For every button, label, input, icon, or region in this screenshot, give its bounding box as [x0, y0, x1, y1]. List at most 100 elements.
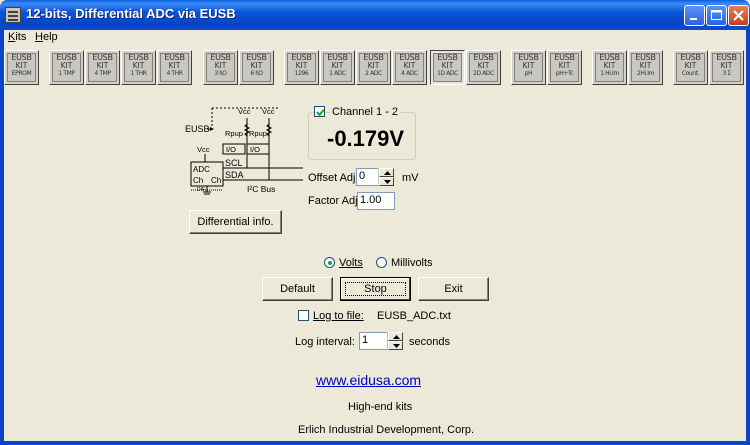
- factor-input[interactable]: 1.00: [357, 192, 395, 210]
- kit-button-face: EUSB KIT 3 Σ: [712, 53, 741, 82]
- log-interval-spinner[interactable]: [387, 332, 403, 350]
- close-button[interactable]: [728, 5, 749, 26]
- kit-label-l2: KIT: [720, 61, 733, 70]
- channel-checkbox[interactable]: [314, 106, 325, 117]
- offset-unit: mV: [402, 172, 419, 184]
- kit-toolbar: EUSB KIT EPROM EUSB KIT 1 TMP EUSB KIT 4 TMP EUSB…: [4, 48, 746, 88]
- kit-label-l2: KIT: [403, 61, 416, 70]
- menu-help-label: elp: [42, 31, 58, 43]
- kit-label-l2: KIT: [684, 61, 697, 70]
- kit-label-l2: KIT: [168, 61, 181, 70]
- window-title: 12-bits, Differential ADC via EUSB: [26, 6, 236, 21]
- kit-button-face: EUSB KIT EPROM: [7, 53, 36, 82]
- kit-button-face: EUSB KIT 4 ADC: [395, 53, 424, 82]
- kit-label-l3: 2 ADC: [365, 70, 382, 77]
- spin-down-icon: [384, 180, 391, 184]
- offset-value: 0: [359, 170, 366, 182]
- spin-down-icon: [393, 344, 400, 348]
- kit-button[interactable]: EUSB KIT 1 ADC: [320, 50, 355, 85]
- menu-bar: Kits Help: [4, 30, 746, 45]
- volts-radio[interactable]: [324, 257, 335, 268]
- channel-label: Channel 1 - 2: [330, 106, 401, 118]
- minimize-button[interactable]: [684, 5, 705, 26]
- kit-button[interactable]: EUSB KIT 1D ADC: [430, 50, 465, 85]
- kit-button-face: EUSB KIT pH+Tc: [550, 53, 579, 82]
- kit-button-face: EUSB KIT 1 ADC: [323, 53, 352, 82]
- circuit-diagram: EUSB Vcc Vcc Rpup Rpup I/O I/O Vcc SCL S…: [185, 107, 303, 195]
- kit-label-l3: 3 I\O: [214, 70, 227, 77]
- millivolts-radio[interactable]: [376, 257, 387, 268]
- diagram-scl: SCL: [225, 158, 243, 168]
- kit-button[interactable]: EUSB KIT pH+Tc: [547, 50, 582, 85]
- diagram-rpup-2: Rpup: [249, 129, 267, 138]
- menu-kits[interactable]: Kits: [8, 31, 26, 43]
- diagram-adc: ADC: [193, 165, 210, 174]
- diagram-ch-1: Ch: [193, 176, 203, 185]
- offset-label: Offset Adj.: [308, 172, 359, 184]
- kit-button[interactable]: EUSB KIT 1 THR: [121, 50, 156, 85]
- kit-button-face: EUSB KIT 1 Hi.Im: [595, 53, 624, 82]
- maximize-button[interactable]: [706, 5, 727, 26]
- kit-button[interactable]: EUSB KIT 1 TMP: [49, 50, 84, 85]
- kit-button-face: EUSB KIT pH: [514, 53, 543, 82]
- kit-label-l2: KIT: [15, 61, 28, 70]
- kit-button-face: EUSB KIT 3 I\O: [206, 53, 235, 82]
- kit-label-l3: 4 THR: [166, 70, 183, 77]
- kit-button[interactable]: EUSB KIT 2 ADC: [356, 50, 391, 85]
- kit-label-l3: 2D ADC: [473, 70, 494, 77]
- kit-label-l3: pH+Tc: [555, 70, 574, 77]
- kit-button-face: EUSB KIT 4 THR: [160, 53, 189, 82]
- volts-radio-dot: [328, 261, 332, 265]
- kit-button[interactable]: EUSB KIT 4 TMP: [85, 50, 120, 85]
- kit-button[interactable]: EUSB KIT 4 THR: [157, 50, 192, 85]
- exit-button[interactable]: Exit: [418, 277, 489, 301]
- factor-label: Factor Adj.: [308, 195, 361, 207]
- kit-button-face: EUSB KIT 2Hi.Im: [631, 53, 660, 82]
- default-button[interactable]: Default: [262, 277, 333, 301]
- kit-button[interactable]: EUSB KIT 2D ADC: [466, 50, 501, 85]
- log-checkbox[interactable]: [298, 310, 309, 321]
- kit-button[interactable]: EUSB KIT EPROM: [4, 50, 39, 85]
- kit-button[interactable]: EUSB KIT 2Hi.Im: [628, 50, 663, 85]
- kit-label-l3: 1296: [294, 70, 309, 77]
- kit-label-l3: EPROM: [11, 70, 32, 77]
- differential-info-button[interactable]: Differential info.: [189, 210, 282, 234]
- diagram-io-2: I/O: [250, 145, 260, 154]
- offset-spinner[interactable]: [378, 168, 394, 186]
- company-name: Erlich Industrial Development, Corp.: [298, 424, 475, 436]
- kit-label-l3: 1 Hi.Im: [600, 70, 619, 77]
- kit-label-l2: KIT: [558, 61, 571, 70]
- diagram-ch-2: Ch: [211, 176, 221, 185]
- kit-button[interactable]: EUSB KIT 3 I\O: [203, 50, 238, 85]
- diagram-i2c-bus: I²C Bus: [247, 184, 275, 194]
- kit-label-l3: 1 THR: [130, 70, 147, 77]
- app-icon[interactable]: [5, 7, 21, 23]
- kit-button-face: EUSB KIT 1 TMP: [52, 53, 81, 82]
- kit-button[interactable]: EUSB KIT 3 Σ: [709, 50, 744, 85]
- diagram-sda: SDA: [225, 170, 244, 180]
- kit-button[interactable]: EUSB KIT 1296: [284, 50, 319, 85]
- kit-label-l3: 6 I\O: [250, 70, 263, 77]
- kit-button-face: EUSB KIT 1296: [287, 53, 316, 82]
- kit-button[interactable]: EUSB KIT 4 ADC: [392, 50, 427, 85]
- kit-button[interactable]: EUSB KIT 1 Hi.Im: [592, 50, 627, 85]
- diagram-io-1: I/O: [226, 145, 236, 154]
- kit-button-face: EUSB KIT 2 ADC: [359, 53, 388, 82]
- website-link[interactable]: www.eidusa.com: [316, 372, 421, 388]
- kit-label-l3: 4 TMP: [94, 70, 111, 77]
- millivolts-label: Millivolts: [391, 257, 433, 269]
- kit-label-l2: KIT: [367, 61, 380, 70]
- menu-help[interactable]: Help: [35, 31, 58, 43]
- checkmark-icon: [316, 108, 325, 117]
- kit-button[interactable]: EUSB KIT 6 I\O: [239, 50, 274, 85]
- diagram-vcc-1: Vcc: [238, 107, 251, 116]
- channel-reading: -0.179V: [327, 126, 405, 151]
- log-interval-value: 1: [362, 334, 369, 346]
- diagram-rpup-1: Rpup: [225, 129, 243, 138]
- kit-button-face: EUSB KIT 2D ADC: [469, 53, 498, 82]
- kit-button[interactable]: EUSB KIT Count.: [673, 50, 708, 85]
- title-bar[interactable]: 12-bits, Differential ADC via EUSB: [0, 0, 750, 30]
- stop-button[interactable]: Stop: [340, 277, 411, 301]
- kit-button[interactable]: EUSB KIT pH: [511, 50, 546, 85]
- kit-label-l2: KIT: [96, 61, 109, 70]
